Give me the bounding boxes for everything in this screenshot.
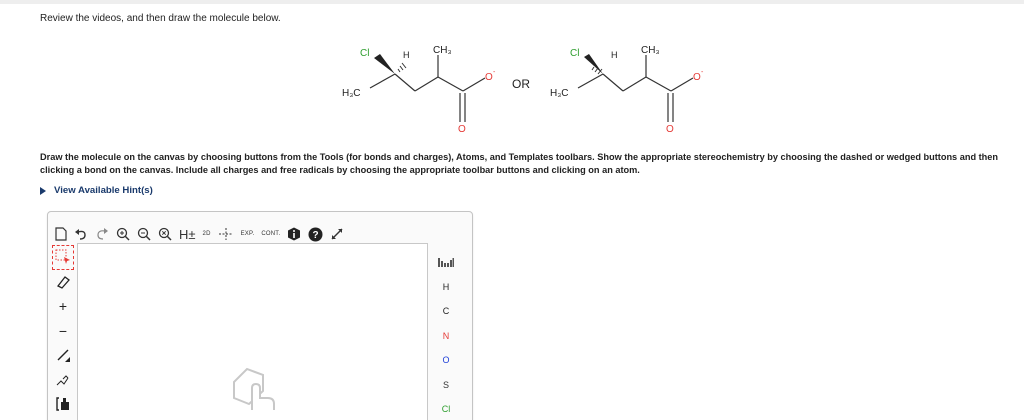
atom-button-h[interactable]: H	[435, 275, 457, 300]
left-h-label: H	[403, 50, 410, 60]
add-hydrogens-button[interactable]: H±	[179, 224, 196, 244]
left-cl-label: Cl	[360, 48, 369, 59]
right-molecule: Cl H CH₃ H₃C O - O	[550, 45, 704, 135]
contract-button[interactable]: CONT.	[261, 224, 280, 244]
or-label: OR	[512, 77, 530, 91]
single-bond-icon[interactable]	[52, 343, 74, 368]
svg-text:?: ?	[313, 230, 319, 241]
fullscreen-icon[interactable]	[330, 224, 344, 244]
left-o-double-label: O	[458, 124, 466, 135]
hint-label: View Available Hint(s)	[54, 185, 153, 196]
two-d-clean-button[interactable]: 2D	[203, 224, 211, 244]
atom-button-o[interactable]: O	[435, 348, 457, 373]
left-ch3-label: CH₃	[433, 45, 452, 56]
svg-text:-: -	[493, 69, 496, 76]
aromatize-icon[interactable]	[218, 224, 234, 244]
cont-label: CONT.	[261, 231, 281, 237]
left-o-minus-label: O	[485, 72, 493, 83]
molecule-figure: Cl H CH₃ H₃C O - O OR Cl H CH₃ H₃C O - O	[330, 40, 730, 150]
right-o-minus-label: O	[693, 72, 701, 83]
positive-charge-button[interactable]: +	[52, 294, 74, 319]
view-hints-link[interactable]: View Available Hint(s)	[40, 185, 153, 196]
right-cl-label: Cl	[570, 48, 579, 59]
right-o-double-label: O	[666, 124, 674, 135]
select-tool[interactable]	[52, 245, 74, 270]
eraser-icon[interactable]	[52, 270, 74, 295]
drag-hand-placeholder-icon	[230, 364, 284, 419]
chain-icon[interactable]	[52, 368, 74, 393]
templates-icon[interactable]	[52, 392, 74, 417]
editor-top-toolbar: H± 2D EXP. CONT. ?	[55, 224, 351, 244]
right-h-label: H	[611, 50, 618, 60]
left-h3c-label: H₃C	[342, 88, 361, 99]
two-d-label: 2D	[202, 231, 211, 237]
expand-button[interactable]: EXP.	[241, 224, 255, 244]
svg-text:-: -	[701, 69, 704, 76]
atom-button-n[interactable]: N	[435, 324, 457, 349]
negative-charge-button[interactable]: −	[52, 319, 74, 344]
intro-text: Review the videos, and then draw the mol…	[40, 13, 281, 24]
instructions-text: Draw the molecule on the canvas by choos…	[40, 152, 999, 175]
undo-icon[interactable]	[74, 224, 88, 244]
atom-button-s[interactable]: S	[435, 373, 457, 398]
zoom-out-icon[interactable]	[137, 224, 151, 244]
atom-button-cl[interactable]: Cl	[435, 397, 457, 420]
right-h3c-label: H₃C	[550, 88, 569, 99]
zoom-reset-icon[interactable]	[158, 224, 172, 244]
top-strip	[0, 0, 1024, 4]
help-icon[interactable]: ?	[308, 224, 323, 244]
new-document-icon[interactable]	[55, 224, 67, 244]
zoom-in-icon[interactable]	[116, 224, 130, 244]
periodic-table-icon[interactable]	[435, 250, 457, 275]
editor-left-toolbar: + −	[52, 245, 74, 417]
expand-triangle-icon	[40, 186, 46, 195]
exp-label: EXP.	[240, 231, 255, 237]
atom-button-c[interactable]: C	[435, 299, 457, 324]
right-ch3-label: CH₃	[641, 45, 660, 56]
info-icon[interactable]	[287, 224, 301, 244]
redo-icon[interactable]	[95, 224, 109, 244]
atom-toolbar: H C N O S Cl	[435, 250, 457, 420]
left-molecule: Cl H CH₃ H₃C O - O	[342, 45, 496, 135]
